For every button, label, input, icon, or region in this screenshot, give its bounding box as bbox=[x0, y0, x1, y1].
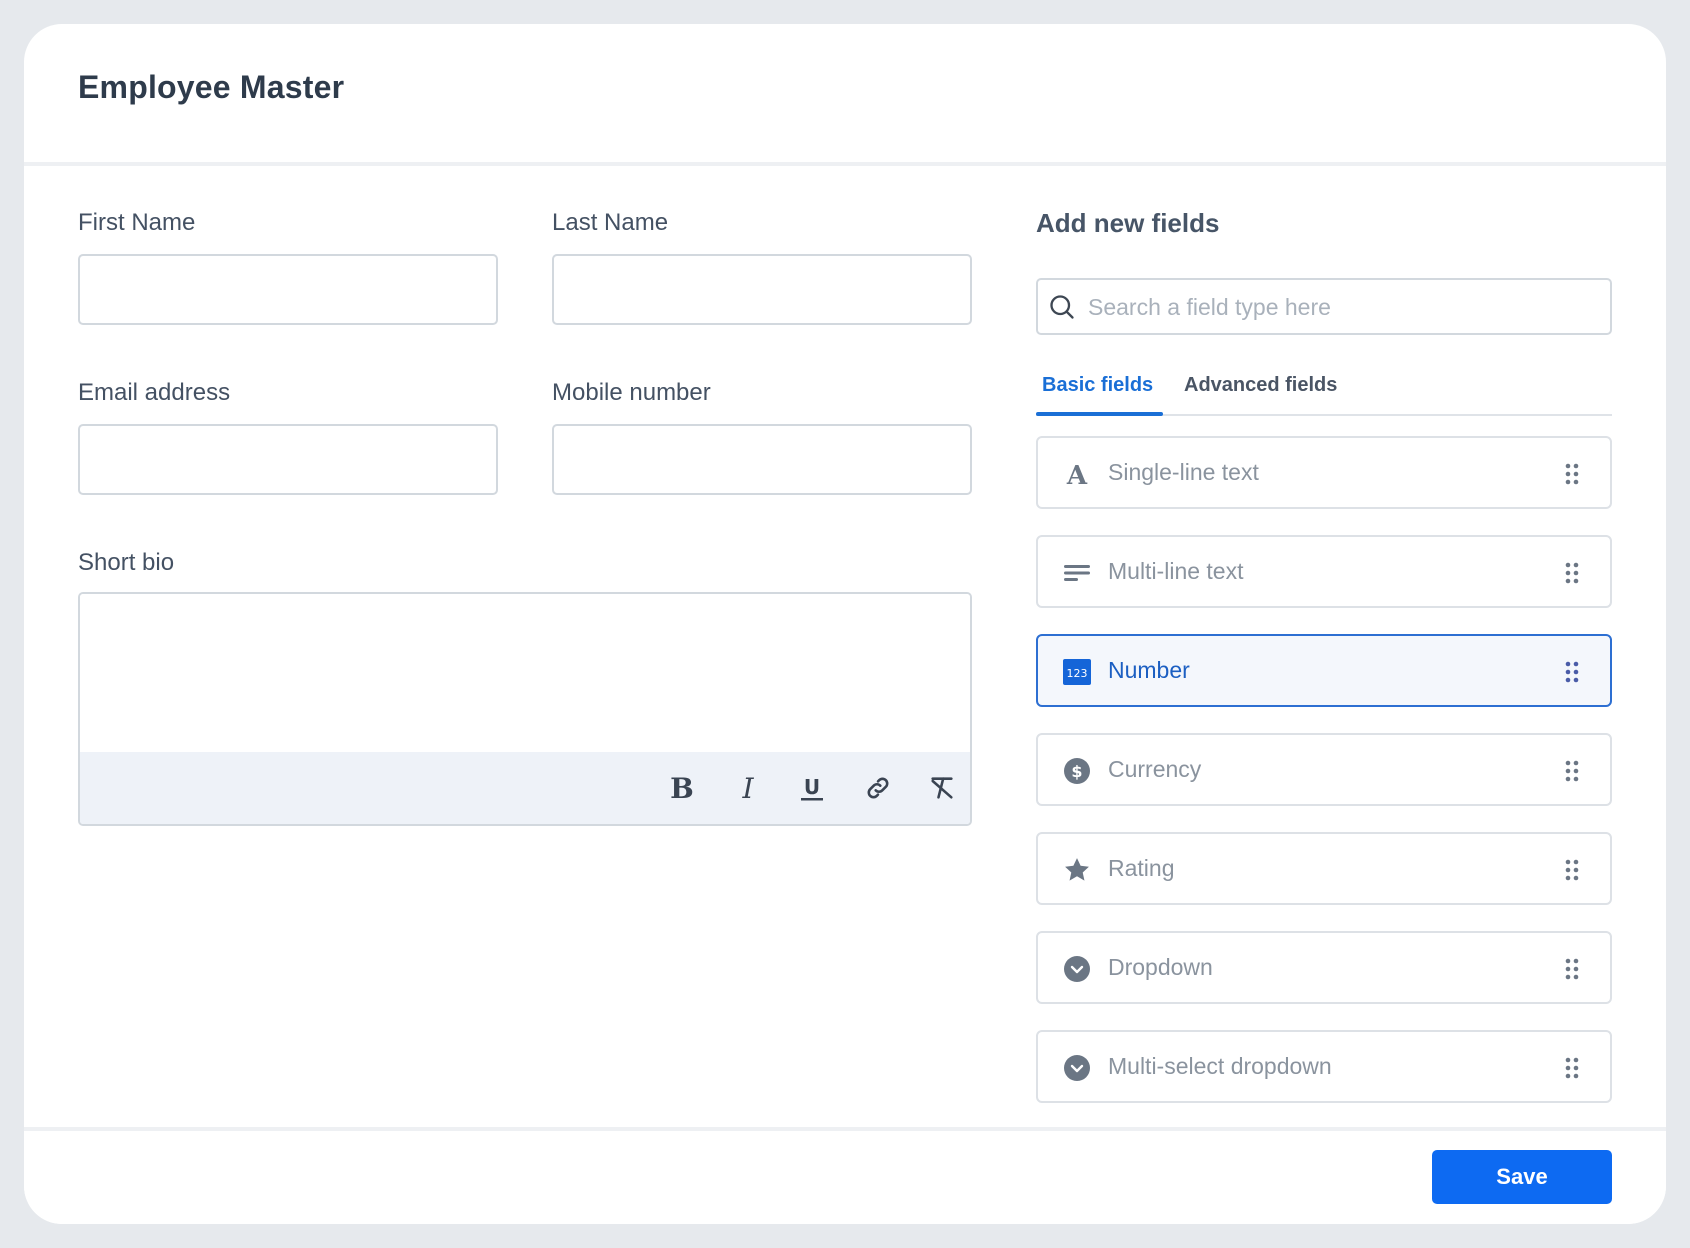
svg-text:I: I bbox=[741, 773, 754, 803]
number-123-icon: 123 bbox=[1062, 657, 1092, 687]
short-bio-textarea[interactable] bbox=[80, 594, 970, 752]
underline-icon: U bbox=[801, 775, 823, 801]
short-bio-label: Short bio bbox=[78, 549, 175, 576]
italic-button[interactable]: I bbox=[726, 766, 770, 810]
save-button[interactable]: Save bbox=[1432, 1150, 1612, 1204]
svg-text:B: B bbox=[670, 773, 694, 803]
dollar-icon: $ bbox=[1062, 756, 1092, 786]
tab-advanced-fields[interactable]: Advanced fields bbox=[1184, 374, 1337, 412]
clear-format-button[interactable] bbox=[920, 766, 964, 810]
link-button[interactable] bbox=[856, 766, 900, 810]
mobile-input[interactable] bbox=[552, 424, 972, 495]
search-input[interactable] bbox=[1086, 280, 1600, 335]
email-label: Email address bbox=[78, 379, 231, 406]
drag-handle-icon[interactable] bbox=[1564, 759, 1580, 783]
field-search bbox=[1036, 278, 1612, 335]
underline-button[interactable]: U bbox=[790, 766, 834, 810]
tab-basic-fields[interactable]: Basic fields bbox=[1035, 374, 1164, 416]
drag-handle-icon[interactable] bbox=[1564, 1056, 1580, 1080]
field-type-label: Single-line text bbox=[1108, 459, 1259, 485]
last-name-input[interactable] bbox=[552, 254, 972, 325]
svg-text:$: $ bbox=[1071, 762, 1082, 781]
svg-text:A: A bbox=[1066, 461, 1088, 488]
editor-toolbar: B I U bbox=[80, 752, 970, 824]
field-type-label: Dropdown bbox=[1108, 954, 1213, 980]
mobile-label: Mobile number bbox=[552, 379, 711, 406]
last-name-label: Last Name bbox=[552, 209, 669, 236]
field-type-number[interactable]: 123 Number bbox=[1036, 634, 1612, 707]
field-type-rating[interactable]: Rating bbox=[1036, 832, 1612, 905]
field-type-multi-select-dropdown[interactable]: Multi-select dropdown bbox=[1036, 1030, 1612, 1103]
italic-icon: I bbox=[741, 773, 754, 803]
svg-text:U: U bbox=[804, 775, 820, 799]
star-icon bbox=[1062, 855, 1092, 885]
page-header: Employee Master bbox=[24, 24, 1666, 166]
lines-icon bbox=[1062, 558, 1092, 588]
bold-icon: B bbox=[670, 773, 694, 803]
svg-text:123: 123 bbox=[1067, 667, 1088, 680]
drag-handle-icon[interactable] bbox=[1564, 462, 1580, 486]
drag-handle-icon[interactable] bbox=[1564, 858, 1580, 882]
field-type-dropdown[interactable]: Dropdown bbox=[1036, 931, 1612, 1004]
letter-a-icon: A bbox=[1062, 459, 1092, 489]
field-tabs: Basic fields Advanced fields bbox=[1035, 374, 1612, 416]
drag-handle-icon[interactable] bbox=[1564, 957, 1580, 981]
field-type-label: Multi-select dropdown bbox=[1108, 1053, 1332, 1079]
field-type-label: Multi-line text bbox=[1108, 558, 1244, 584]
email-input[interactable] bbox=[78, 424, 498, 495]
drag-handle-icon[interactable] bbox=[1564, 660, 1580, 684]
field-type-multi-line-text[interactable]: Multi-line text bbox=[1036, 535, 1612, 608]
field-type-currency[interactable]: $ Currency bbox=[1036, 733, 1612, 806]
footer-bar bbox=[24, 1127, 1666, 1224]
field-type-label: Number bbox=[1108, 657, 1190, 683]
add-new-fields-title: Add new fields bbox=[1036, 208, 1220, 238]
chevron-circle-icon bbox=[1062, 954, 1092, 984]
employee-master-card: Employee Master First Name Last Name Ema… bbox=[24, 24, 1666, 1224]
first-name-label: First Name bbox=[78, 209, 196, 236]
field-type-label: Currency bbox=[1108, 756, 1202, 782]
page-title: Employee Master bbox=[78, 69, 345, 105]
chevron-circle-icon bbox=[1062, 1053, 1092, 1083]
field-type-single-line-text[interactable]: A Single-line text bbox=[1036, 436, 1612, 509]
first-name-input[interactable] bbox=[78, 254, 498, 325]
link-icon bbox=[867, 777, 889, 799]
clear-format-icon bbox=[931, 777, 953, 799]
field-type-label: Rating bbox=[1108, 855, 1175, 881]
drag-handle-icon[interactable] bbox=[1564, 561, 1580, 585]
search-icon bbox=[1050, 295, 1074, 319]
bold-button[interactable]: B bbox=[660, 766, 704, 810]
short-bio-editor: B I U bbox=[78, 592, 972, 826]
